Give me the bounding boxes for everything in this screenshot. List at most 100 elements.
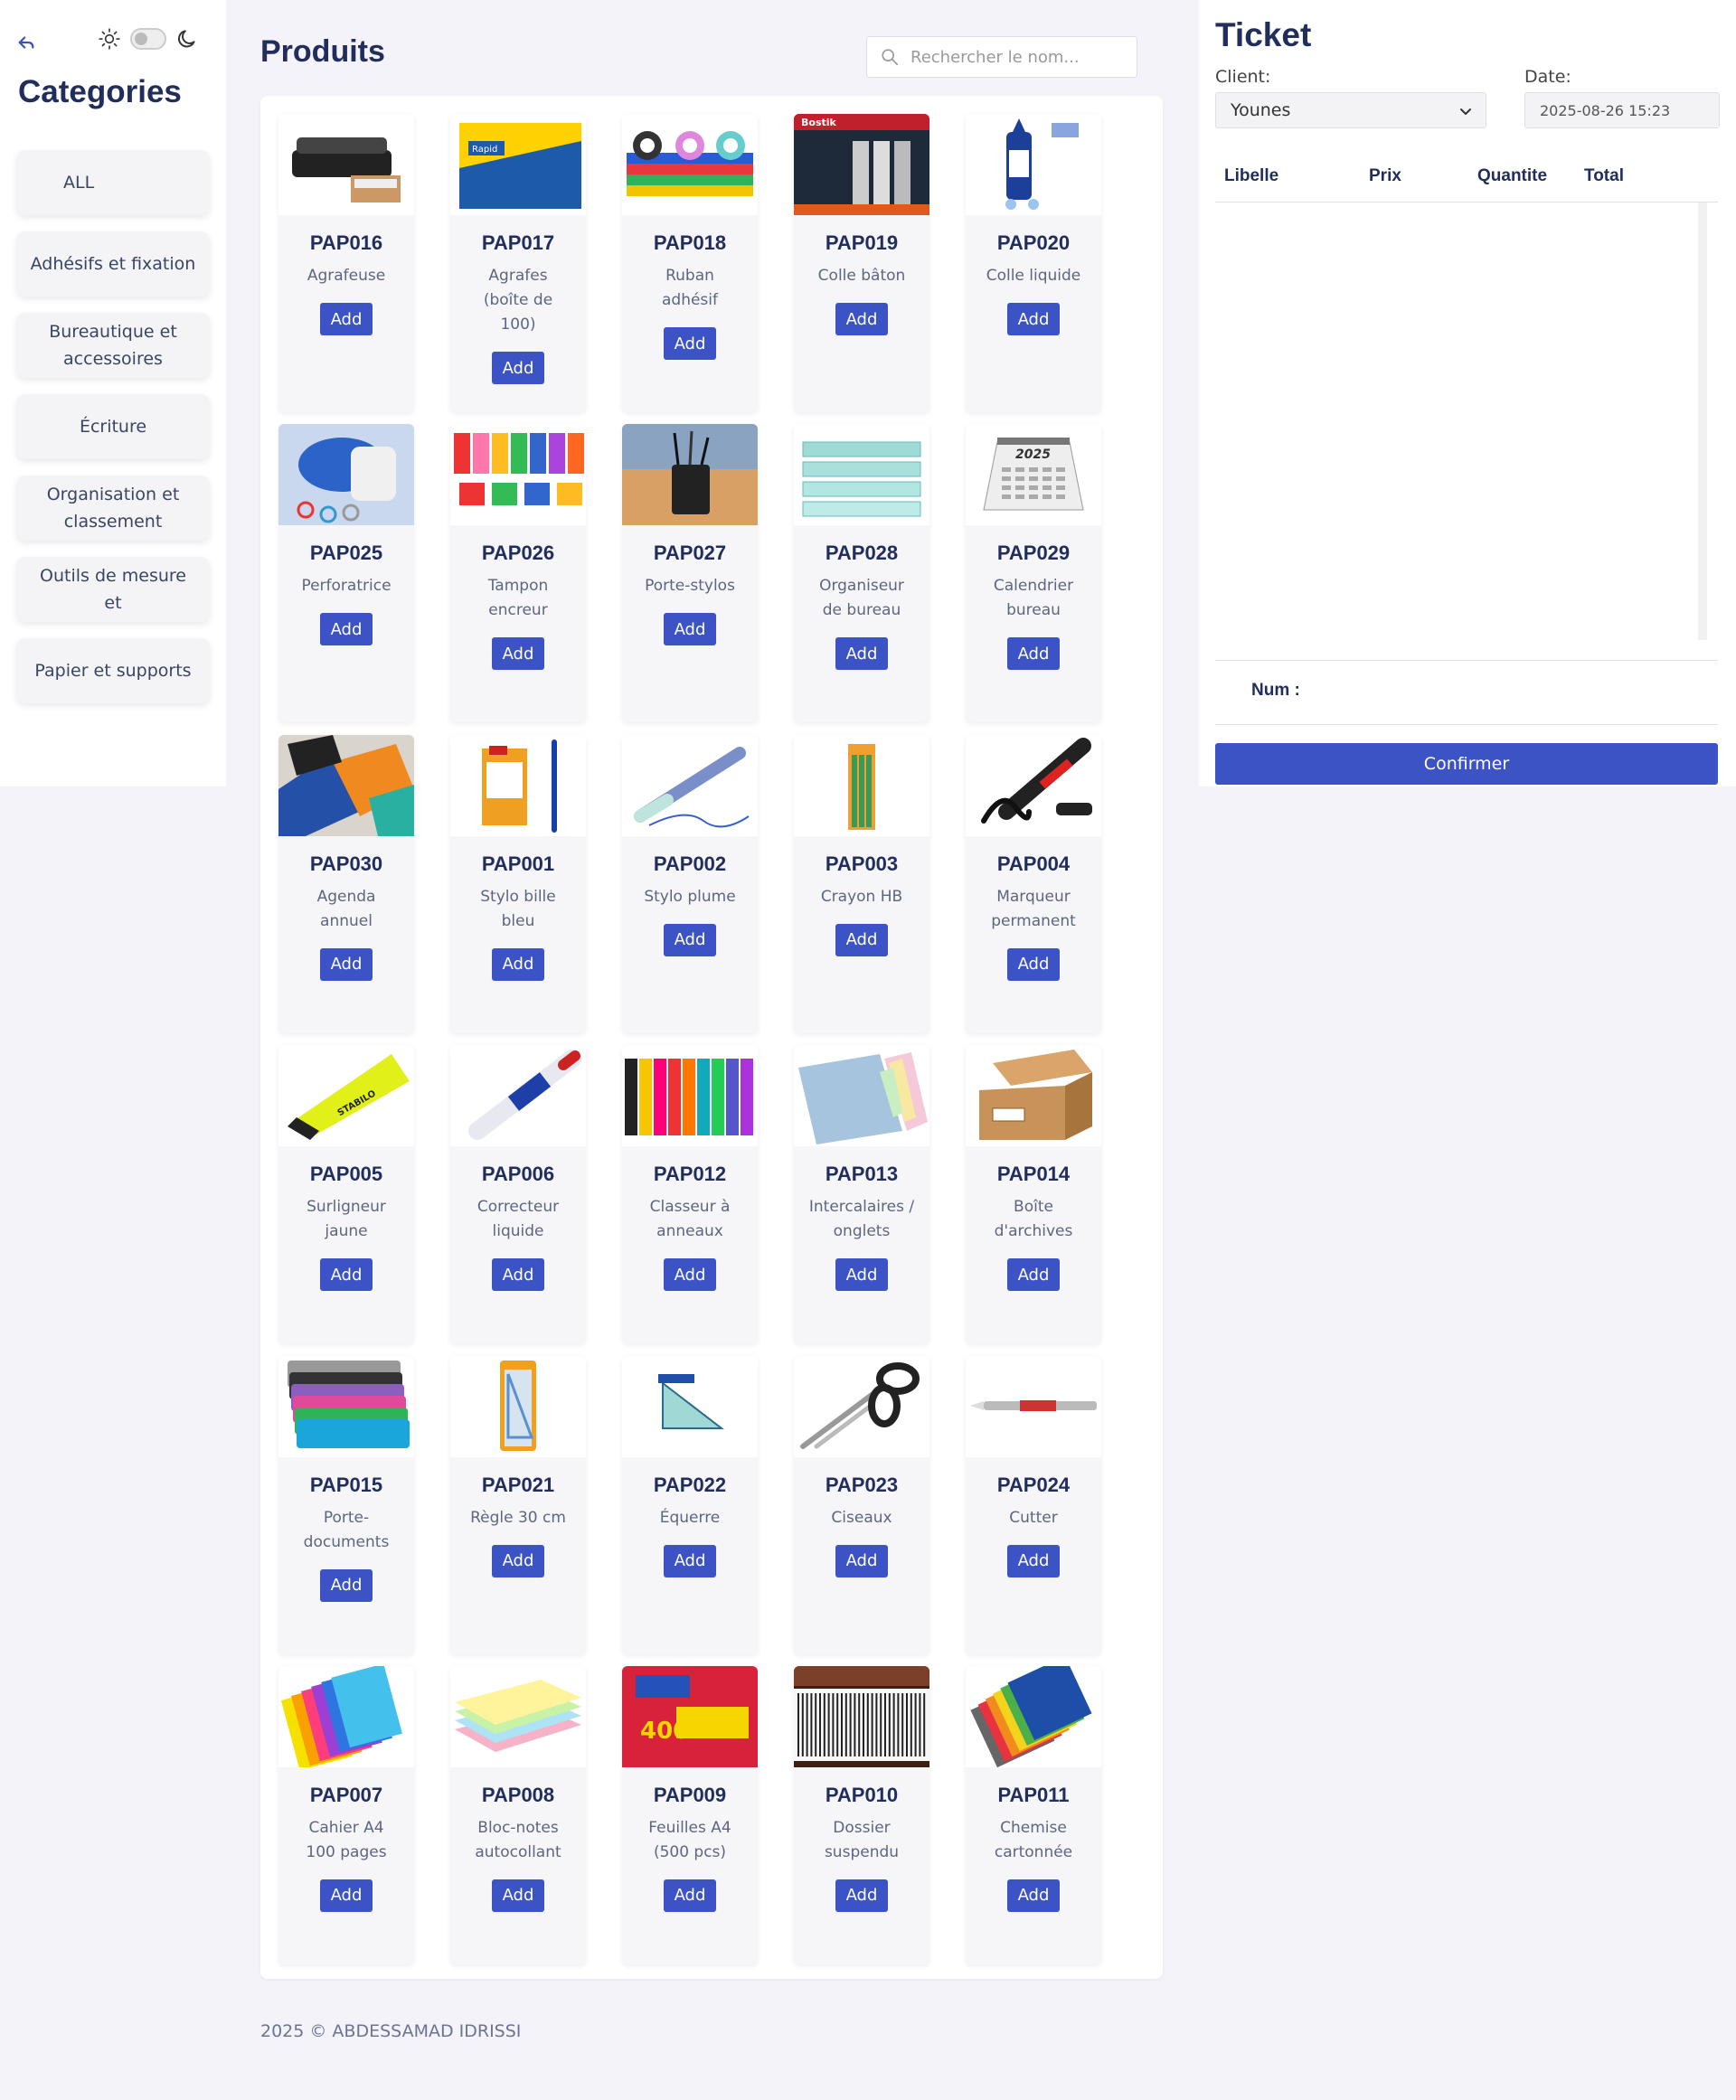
add-to-ticket-button[interactable]: Add xyxy=(1007,947,1060,981)
product-name: Colle liquide xyxy=(986,267,1081,285)
date-field[interactable]: 2025-08-26 15:23 xyxy=(1524,92,1720,128)
back-arrow-icon[interactable] xyxy=(16,33,36,52)
ticket-scrollbar[interactable] xyxy=(1698,202,1707,640)
add-to-ticket-button[interactable]: Add xyxy=(664,327,716,360)
envelopes-image xyxy=(278,1355,414,1457)
category-button[interactable]: Outils de mesure et xyxy=(16,557,210,622)
product-code: PAP006 xyxy=(481,1163,555,1186)
client-value: Younes xyxy=(1231,100,1291,120)
add-to-ticket-button[interactable]: Add xyxy=(835,637,888,671)
correction-pen-image xyxy=(450,1045,586,1147)
product-code: PAP014 xyxy=(996,1163,1071,1186)
date-label: Date: xyxy=(1524,67,1571,87)
product-name: Dossier suspendu xyxy=(824,1818,900,1861)
add-to-ticket-button[interactable]: Add xyxy=(664,1258,716,1292)
svg-text:2025: 2025 xyxy=(1015,447,1051,462)
product-code: PAP019 xyxy=(825,231,899,254)
product-name: Porte-stylos xyxy=(645,577,735,596)
product-name: Boîte d'archives xyxy=(994,1198,1073,1241)
product-card: PAP024 Cutter Add xyxy=(966,1355,1101,1654)
add-to-ticket-button[interactable]: Add xyxy=(320,947,373,981)
ticket-title: Ticket xyxy=(1215,16,1312,53)
theme-switcher xyxy=(98,27,199,51)
product-code: PAP005 xyxy=(309,1163,383,1186)
add-to-ticket-button[interactable]: Add xyxy=(1007,1544,1060,1577)
add-to-ticket-button[interactable]: Add xyxy=(320,613,373,646)
category-button[interactable]: Écriture xyxy=(16,394,210,459)
product-name: Cahier A4 100 pages xyxy=(306,1818,387,1861)
col-quantite: Quantite xyxy=(1477,166,1548,185)
product-code: PAP030 xyxy=(309,852,383,875)
product-card: PAP002 Stylo plume Add xyxy=(622,734,758,1033)
add-to-ticket-button[interactable]: Add xyxy=(320,1258,373,1292)
add-to-ticket-button[interactable]: Add xyxy=(492,1258,544,1292)
category-label: Bureautique et accessoires xyxy=(49,322,177,369)
add-to-ticket-button[interactable]: Add xyxy=(835,303,888,335)
add-to-ticket-button[interactable]: Add xyxy=(664,923,716,956)
add-to-ticket-button[interactable]: Add xyxy=(1007,1258,1060,1292)
add-to-ticket-button[interactable]: Add xyxy=(492,637,544,671)
product-card: PAP008 Bloc-notes autocollant Add xyxy=(450,1665,586,1964)
add-to-ticket-button[interactable]: Add xyxy=(492,947,544,981)
add-to-ticket-button[interactable]: Add xyxy=(492,1879,544,1912)
product-code: PAP003 xyxy=(825,852,899,875)
cutter-image xyxy=(966,1355,1101,1457)
search-box[interactable] xyxy=(866,36,1137,78)
sticky-notes-image xyxy=(450,1665,586,1767)
product-card: PAP023 Ciseaux Add xyxy=(794,1355,929,1654)
product-card: PAP014 Boîte d'archives Add xyxy=(966,1045,1101,1344)
add-to-ticket-button[interactable]: Add xyxy=(664,1544,716,1577)
product-card: PAP010 Dossier suspendu Add xyxy=(794,1665,929,1964)
product-name: Bloc-notes autocollant xyxy=(475,1818,561,1861)
product-card: Bostik PAP019 Colle bâton Add xyxy=(794,114,929,412)
client-select[interactable]: Younes xyxy=(1215,92,1486,128)
hanging-folders-image xyxy=(794,1665,929,1767)
client-label: Client: xyxy=(1215,67,1271,87)
product-card: PAP006 Correcteur liquide Add xyxy=(450,1045,586,1344)
ticket-panel: Ticket Client: Date: Younes 2025-08-26 1… xyxy=(1199,0,1736,786)
add-to-ticket-button[interactable]: Add xyxy=(835,1258,888,1292)
confirm-button[interactable]: Confirmer xyxy=(1215,743,1718,785)
category-button[interactable]: ALL xyxy=(16,150,210,215)
footer-copyright: 2025 © ABDESSAMAD IDRISSI xyxy=(260,2021,522,2041)
category-button[interactable]: Bureautique et accessoires xyxy=(16,313,210,378)
product-name: Intercalaires / onglets xyxy=(808,1198,915,1241)
product-name: Organiseur de bureau xyxy=(819,577,904,620)
category-button[interactable]: Adhésifs et fixation xyxy=(16,231,210,297)
product-code: PAP010 xyxy=(825,1783,899,1806)
product-name: Classeur à anneaux xyxy=(649,1198,731,1241)
search-input[interactable] xyxy=(910,47,1118,67)
category-button[interactable]: Papier et supports xyxy=(16,638,210,703)
add-to-ticket-button[interactable]: Add xyxy=(835,1544,888,1577)
product-code: PAP002 xyxy=(653,852,727,875)
add-to-ticket-button[interactable]: Add xyxy=(835,1879,888,1912)
product-code: PAP022 xyxy=(653,1473,727,1496)
add-to-ticket-button[interactable]: Add xyxy=(492,1544,544,1577)
theme-toggle[interactable] xyxy=(130,28,166,50)
add-to-ticket-button[interactable]: Add xyxy=(835,923,888,956)
add-to-ticket-button[interactable]: Add xyxy=(664,1879,716,1912)
add-to-ticket-button[interactable]: Add xyxy=(1007,637,1060,671)
add-to-ticket-button[interactable]: Add xyxy=(320,1568,373,1602)
products-panel: PAP016 Agrafeuse Add Rapid PAP017 Agrafes (bo… xyxy=(260,96,1163,1979)
col-prix: Prix xyxy=(1369,166,1401,185)
fountain-pen-image xyxy=(622,734,758,836)
product-card: PAP020 Colle liquide Add xyxy=(966,114,1101,412)
add-to-ticket-button[interactable]: Add xyxy=(320,1879,373,1912)
add-to-ticket-button[interactable]: Add xyxy=(664,613,716,646)
add-to-ticket-button[interactable]: Add xyxy=(492,352,544,384)
add-to-ticket-button[interactable]: Add xyxy=(320,303,373,335)
calendar-image: 2025 xyxy=(966,424,1101,526)
category-label: ALL xyxy=(63,173,95,193)
set-square-image xyxy=(622,1355,758,1457)
add-to-ticket-button[interactable]: Add xyxy=(1007,1879,1060,1912)
product-name: Ciseaux xyxy=(831,1508,892,1527)
category-button[interactable]: Organisation et classement xyxy=(16,476,210,541)
num-row: Num : xyxy=(1215,660,1718,725)
product-card: PAP028 Organiseur de bureau Add xyxy=(794,424,929,723)
add-to-ticket-button[interactable]: Add xyxy=(1007,303,1060,335)
product-card: PAP011 Chemise cartonnée Add xyxy=(966,1665,1101,1964)
product-code: PAP015 xyxy=(309,1473,383,1496)
product-code: PAP027 xyxy=(653,541,727,565)
ticket-table-header: Libelle Prix Quantite Total xyxy=(1215,159,1718,202)
